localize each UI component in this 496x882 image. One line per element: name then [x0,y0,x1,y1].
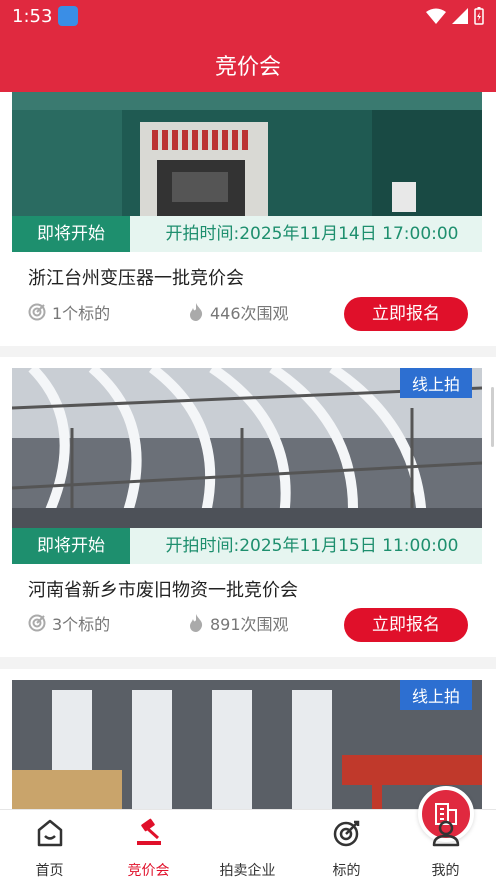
lot-count: 3个标的 [28,611,110,635]
gavel-icon [136,818,161,845]
tab-label: 标的 [332,863,361,879]
tab-label: 拍卖企业 [219,863,276,879]
app-bar: 竞价会 [0,34,496,92]
tab-label: 我的 [431,863,460,879]
target-icon [333,820,359,847]
auction-photo: 线上拍 [12,680,482,809]
status-time: 1:53 [12,6,53,27]
register-button[interactable]: 立即报名 [344,297,468,331]
register-button[interactable]: 立即报名 [344,608,468,642]
bottom-tab-bar: 首页 竞价会 拍卖企业 标的 我的 [0,786,496,882]
scrollbar[interactable] [491,387,494,447]
notification-app-icon [58,6,78,26]
lot-count-label: 1个标的 [52,304,111,323]
status-badge: 即将开始 [12,216,130,252]
flame-icon [190,614,203,632]
lot-count-label: 3个标的 [52,615,111,634]
view-count: 891次围观 [188,611,289,635]
tab-label: 首页 [35,863,64,879]
target-icon [28,303,46,321]
auction-name[interactable]: 河南省新乡市废旧物资一批竞价会 [28,576,298,602]
view-count-label: 891次围观 [210,615,289,634]
status-icons [426,7,484,25]
status-bar: 1:53 [0,0,496,34]
lot-count: 1个标的 [28,300,110,324]
online-auction-tag: 线上拍 [399,368,472,398]
auction-card[interactable]: 线上拍 [0,669,496,809]
wifi-icon [426,8,446,24]
view-count-label: 446次围观 [210,304,289,323]
tab-auction-companies[interactable]: 拍卖企业 [198,786,474,882]
user-icon [432,820,459,847]
tab-home[interactable]: 首页 [0,810,99,882]
flame-icon [190,303,203,321]
auction-card[interactable]: 即将开始 开拍时间:2025年11月14日 17:00:00 浙江台州变压器一批… [0,92,496,346]
online-auction-tag: 线上拍 [399,680,472,710]
tab-mine[interactable]: 我的 [396,810,495,882]
tab-auction-sessions[interactable]: 竞价会 [99,810,198,882]
tab-label: 竞价会 [127,863,170,879]
auction-status-row: 即将开始 开拍时间:2025年11月14日 17:00:00 [12,216,482,252]
auction-name[interactable]: 浙江台州变压器一批竞价会 [28,264,244,290]
home-icon [37,819,62,847]
auction-photo [12,92,482,216]
view-count: 446次围观 [188,300,289,324]
start-time: 开拍时间:2025年11月15日 11:00:00 [165,536,459,556]
page-title: 竞价会 [214,55,281,80]
auction-list[interactable]: 即将开始 开拍时间:2025年11月14日 17:00:00 浙江台州变压器一批… [0,92,496,809]
tab-lots[interactable]: 标的 [297,810,396,882]
status-badge: 即将开始 [12,528,130,564]
auction-photo: 线上拍 [12,368,482,528]
target-icon [28,614,46,632]
start-time: 开拍时间:2025年11月14日 17:00:00 [165,224,459,244]
auction-status-row: 即将开始 开拍时间:2025年11月15日 11:00:00 [12,528,482,564]
signal-icon [452,8,468,24]
battery-icon [474,7,484,25]
auction-card[interactable]: 线上拍 即将开始 开拍时间:2025年11月15日 11:00:00 河南省新乡… [0,357,496,657]
